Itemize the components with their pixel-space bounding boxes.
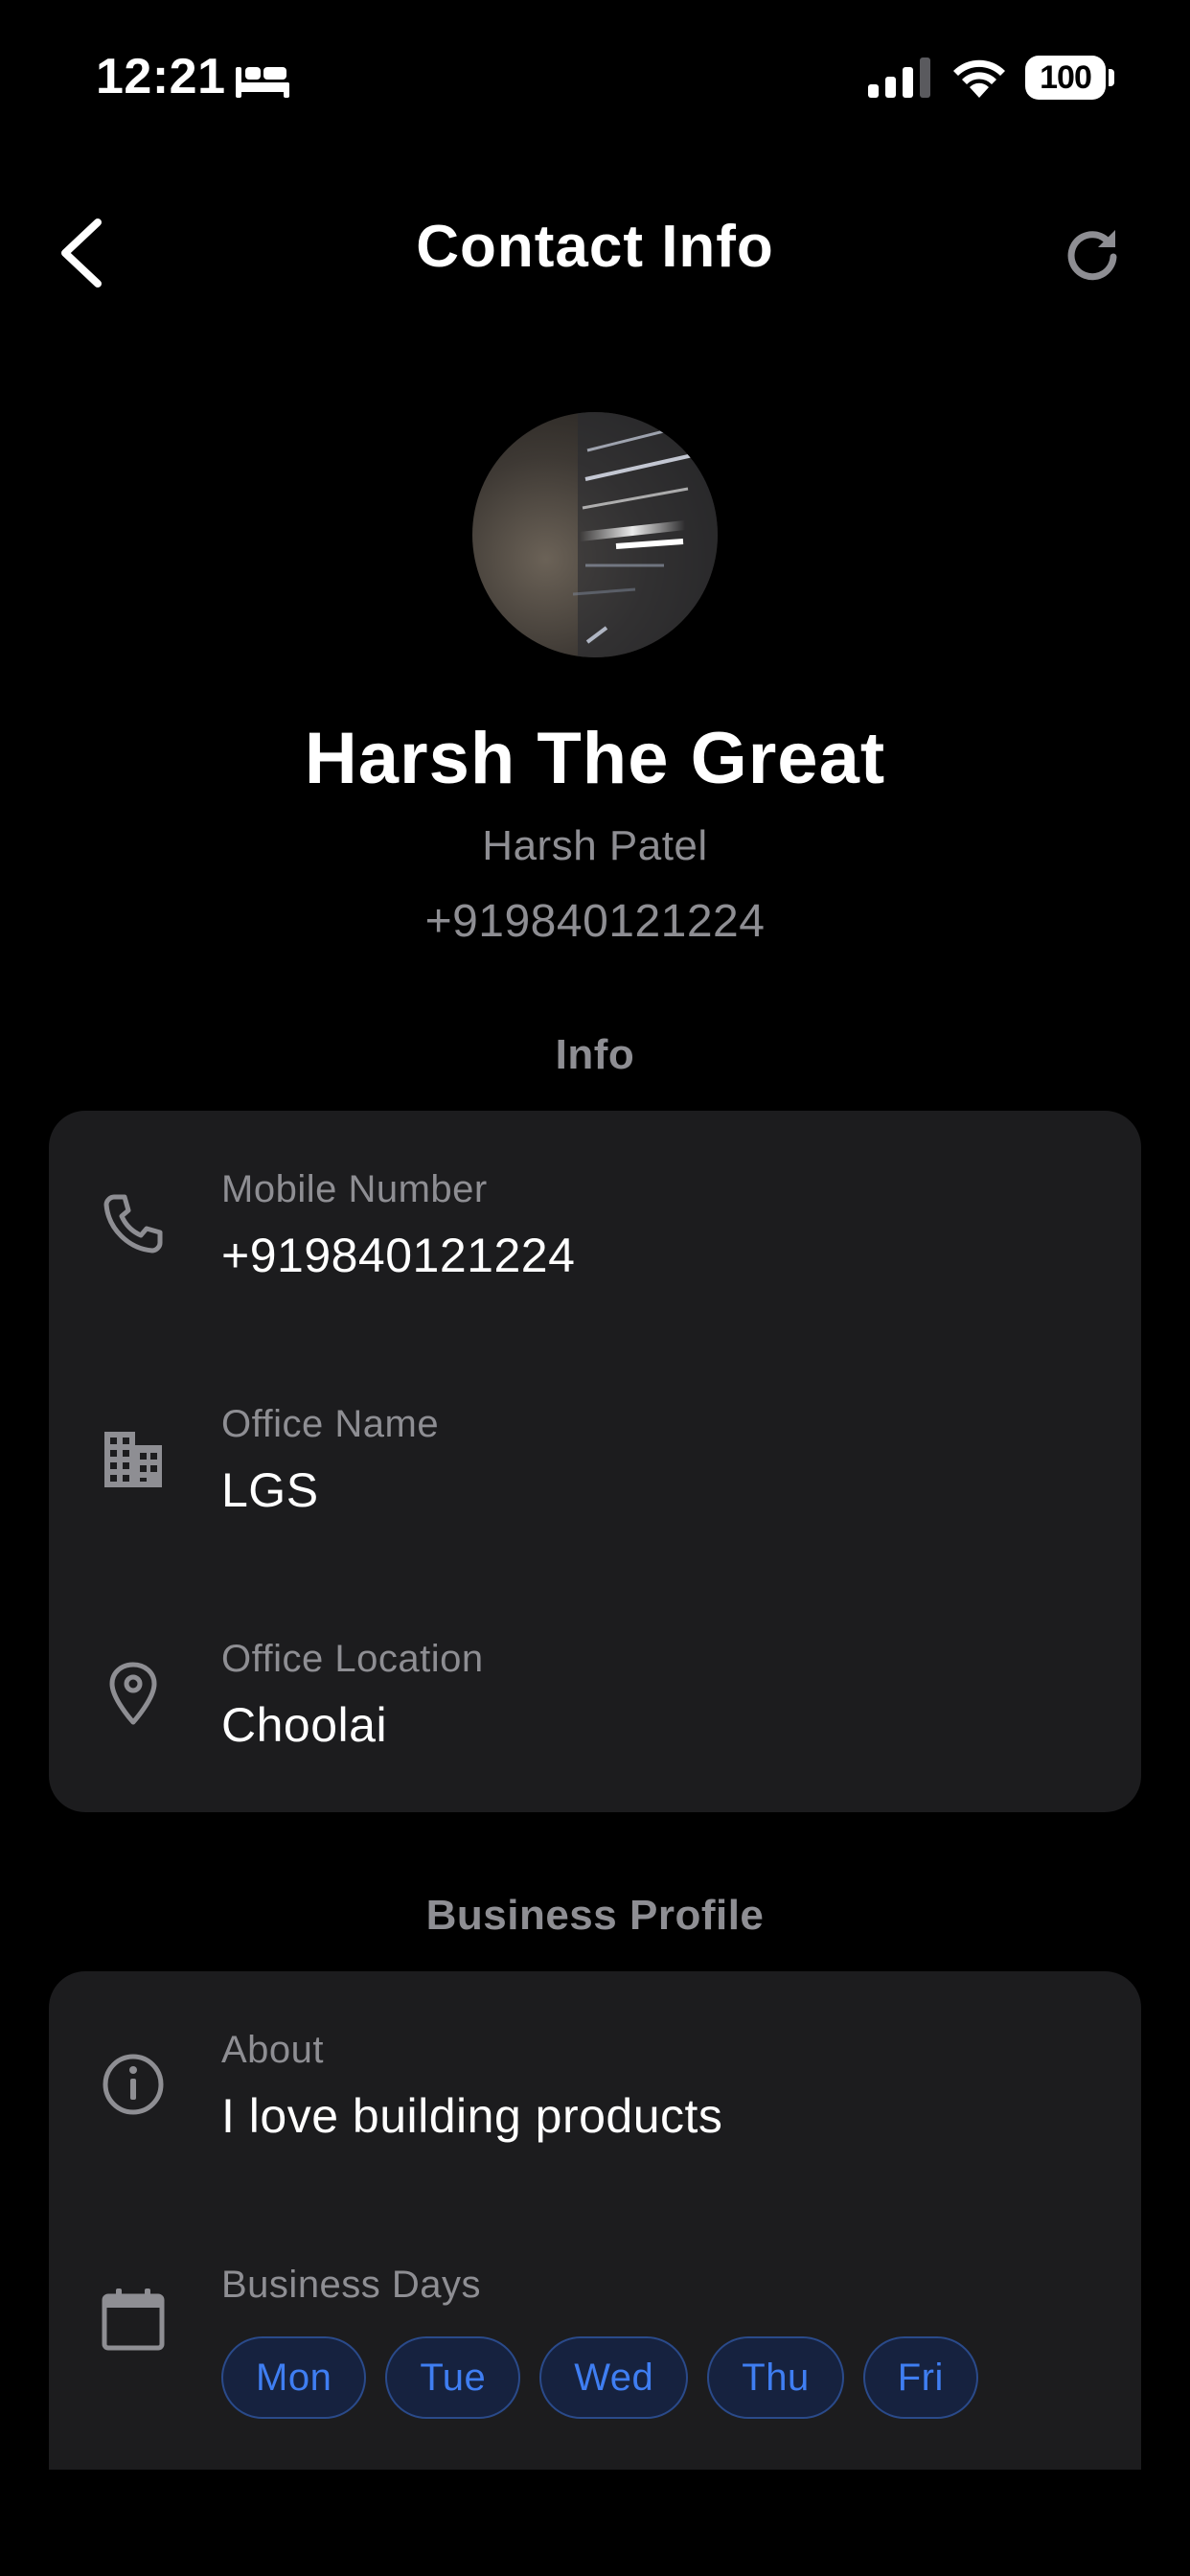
day-chip-thu[interactable]: Thu (707, 2336, 844, 2419)
display-name: Harsh The Great (304, 718, 886, 799)
business-profile-card: About I love building products Business … (49, 1971, 1141, 2470)
section-title-info: Info (555, 1031, 635, 1078)
page-title: Contact Info (416, 214, 774, 280)
phone-icon (103, 1194, 163, 1254)
row-label: Business Days (221, 2264, 482, 2306)
info-icon (103, 2054, 164, 2115)
avatar-photo (572, 412, 718, 657)
row-label: Office Location (221, 1638, 484, 1680)
row-value: LGS (221, 1463, 319, 1517)
business-days-chips: Mon Tue Wed Thu Fri (221, 2336, 978, 2419)
row-value: Choolai (221, 1698, 388, 1752)
row-value: I love building products (221, 2089, 723, 2143)
full-name: Harsh Patel (482, 822, 708, 869)
row-value: +919840121224 (221, 1229, 576, 1282)
info-row-office-name[interactable]: Office Name LGS (49, 1384, 1141, 1576)
bed-icon (236, 67, 289, 98)
info-row-mobile[interactable]: Mobile Number +919840121224 (49, 1149, 1141, 1341)
day-chip-wed[interactable]: Wed (539, 2336, 689, 2419)
status-bar: 12:21 100 (0, 0, 1190, 144)
profile-phone: +919840121224 (424, 896, 766, 947)
row-label: About (221, 2029, 325, 2071)
calendar-icon (102, 2288, 165, 2351)
day-chip-fri[interactable]: Fri (862, 2336, 978, 2419)
cellular-signal-icon (868, 58, 930, 98)
avatar[interactable] (472, 412, 718, 657)
info-row-office-location[interactable]: Office Location Choolai (49, 1619, 1141, 1810)
business-row-about[interactable]: About I love building products (49, 2010, 1141, 2201)
section-title-business-profile: Business Profile (425, 1892, 765, 1939)
refresh-icon[interactable] (1062, 224, 1123, 286)
battery-tip (1109, 69, 1114, 86)
battery-indicator: 100 (1025, 56, 1106, 100)
status-time: 12:21 (96, 49, 226, 104)
day-chip-tue[interactable]: Tue (385, 2336, 521, 2419)
info-card: Mobile Number +919840121224 Office Name … (49, 1111, 1141, 1812)
location-pin-icon (109, 1662, 157, 1725)
row-label: Mobile Number (221, 1168, 488, 1210)
day-chip-mon[interactable]: Mon (221, 2336, 367, 2419)
wifi-icon (953, 59, 1005, 98)
row-label: Office Name (221, 1403, 440, 1445)
building-icon (104, 1432, 162, 1487)
